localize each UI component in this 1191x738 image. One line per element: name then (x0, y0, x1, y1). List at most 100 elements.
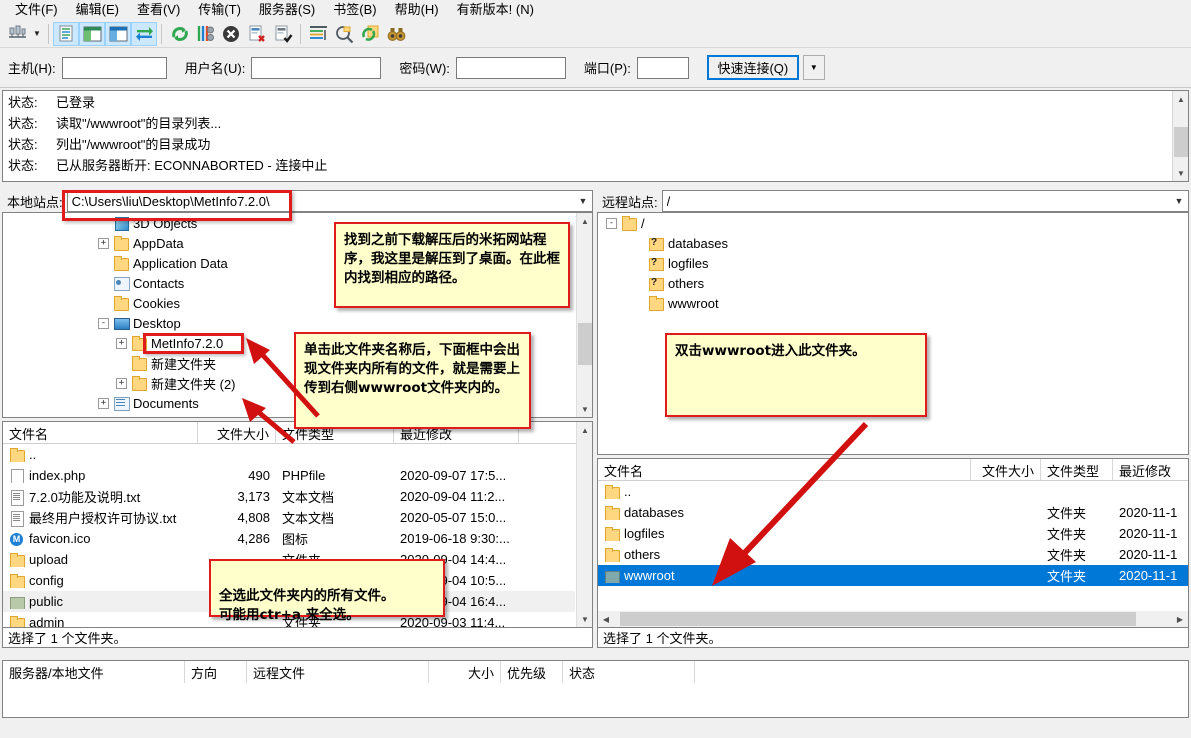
transfer-queue[interactable]: 服务器/本地文件 方向 远程文件 大小 优先级 状态 (2, 660, 1189, 718)
quickconnect-button[interactable]: 快速连接(Q) (706, 55, 799, 80)
table-row[interactable]: logfiles 文件夹 2020-11-1 (598, 523, 1188, 544)
menu-edit[interactable]: 编辑(E) (67, 1, 128, 20)
tree-expander[interactable] (633, 278, 644, 289)
tree-node[interactable]: others (598, 273, 1171, 293)
scroll-up-icon[interactable]: ▲ (577, 213, 592, 229)
toggle-message-log-icon[interactable] (53, 21, 79, 46)
column-header-filetype[interactable]: 文件类型 (1041, 459, 1113, 481)
column-header-server-local-file[interactable]: 服务器/本地文件 (3, 661, 185, 683)
table-row-selected[interactable]: wwwroot 文件夹 2020-11-1 (598, 565, 1188, 586)
column-header-filesize[interactable]: 文件大小 (971, 459, 1041, 481)
disconnect-icon[interactable] (244, 22, 270, 46)
log-row-text: 读取"/wwwroot"的目录列表... (56, 116, 222, 131)
quickconnect-history-caret-icon[interactable]: ▼ (802, 55, 825, 80)
folder-icon (131, 376, 147, 391)
menu-bookmarks[interactable]: 书签(B) (324, 1, 385, 20)
column-header-remote-file[interactable]: 远程文件 (247, 661, 429, 683)
tree-expander[interactable]: + (116, 337, 127, 349)
file-modified: 2020-11-1 (1119, 526, 1178, 541)
table-row[interactable]: favicon.ico 4,286 图标 2019-06-18 9:30:... (3, 528, 575, 549)
cancel-icon[interactable] (218, 22, 244, 46)
menu-help[interactable]: 帮助(H) (386, 1, 448, 20)
tree-expander[interactable]: + (98, 237, 109, 249)
table-row[interactable]: databases 文件夹 2020-11-1 (598, 502, 1188, 523)
file-modified: 2020-09-07 17:5... (400, 468, 507, 483)
remote-file-list[interactable]: 文件名 文件大小 文件类型 最近修改 .. databases 文件夹 2020… (597, 458, 1189, 628)
column-header-size[interactable]: 大小 (429, 661, 501, 683)
menu-view[interactable]: 查看(V) (128, 1, 189, 20)
scroll-left-icon[interactable]: ◀ (598, 611, 614, 627)
site-manager-dropdown-caret-icon[interactable]: ▼ (30, 22, 44, 46)
tree-expander[interactable] (116, 358, 127, 369)
tree-expander[interactable] (98, 258, 109, 269)
tree-expander[interactable]: + (98, 397, 109, 409)
toggle-local-tree-icon[interactable] (79, 21, 105, 46)
scroll-up-icon[interactable]: ▲ (1173, 91, 1188, 107)
toggle-transfer-queue-icon[interactable] (131, 21, 157, 46)
menu-server[interactable]: 服务器(S) (250, 1, 324, 20)
file-modified: 2020-05-07 15:0... (400, 510, 507, 525)
tree-node[interactable]: logfiles (598, 253, 1171, 273)
username-input[interactable] (251, 56, 382, 79)
column-header-filename[interactable]: 文件名 (598, 459, 971, 481)
remote-path-combo[interactable]: ▼ (661, 190, 1189, 212)
column-header-direction[interactable]: 方向 (185, 661, 247, 683)
remote-path-input[interactable] (662, 191, 1170, 211)
tree-expander[interactable] (633, 258, 644, 269)
toggle-remote-tree-icon[interactable] (105, 21, 131, 46)
filter-icon[interactable] (305, 22, 331, 46)
tree-expander[interactable] (633, 298, 644, 309)
column-header-filesize[interactable]: 文件大小 (198, 422, 276, 444)
site-manager-icon[interactable] (4, 22, 30, 46)
log-scrollbar[interactable]: ▲ ▼ (1172, 91, 1188, 181)
remote-list-hscrollbar[interactable]: ◀ ▶ (598, 611, 1188, 627)
tree-expander[interactable] (98, 278, 109, 289)
password-input[interactable] (455, 56, 566, 79)
table-row[interactable]: index.php 490 PHPfile 2020-09-07 17:5... (3, 465, 575, 486)
reconnect-icon[interactable] (270, 22, 296, 46)
column-header-filename[interactable]: 文件名 (3, 422, 198, 444)
tree-node[interactable]: - / (598, 213, 1171, 233)
compare-directories-icon[interactable] (331, 22, 357, 46)
table-row[interactable]: .. (3, 444, 575, 465)
scroll-down-icon[interactable]: ▼ (577, 401, 592, 417)
column-header-status[interactable]: 状态 (563, 661, 695, 683)
table-row[interactable]: 7.2.0功能及说明.txt 3,173 文本文档 2020-09-04 11:… (3, 486, 575, 507)
menu-new-version[interactable]: 有新版本! (N) (448, 1, 543, 20)
table-row[interactable]: 最终用户授权许可协议.txt 4,808 文本文档 2020-05-07 15:… (3, 507, 575, 528)
refresh-icon[interactable] (166, 22, 192, 46)
local-list-scrollbar[interactable]: ▲ ▼ (576, 422, 592, 627)
hscroll-track[interactable] (614, 611, 1172, 627)
tree-node[interactable]: - Desktop (3, 313, 575, 333)
synchronized-browsing-icon[interactable] (357, 22, 383, 46)
log-row-key: 状态: (8, 116, 38, 131)
tree-node[interactable]: databases (598, 233, 1171, 253)
scroll-down-icon[interactable]: ▼ (577, 611, 592, 627)
scroll-right-icon[interactable]: ▶ (1172, 611, 1188, 627)
tree-expander[interactable] (633, 238, 644, 249)
scrollbar-thumb[interactable] (1174, 127, 1188, 157)
table-row[interactable]: .. (598, 481, 1188, 502)
menu-file[interactable]: 文件(F) (6, 1, 67, 20)
scrollbar-thumb[interactable] (620, 612, 1136, 626)
port-input[interactable] (636, 56, 689, 79)
tree-expander[interactable] (98, 298, 109, 309)
tree-node-wwwroot[interactable]: wwwroot (598, 293, 1171, 313)
column-header-modified[interactable]: 最近修改 (1113, 459, 1188, 481)
menu-transfer[interactable]: 传输(T) (189, 1, 250, 20)
scroll-down-icon[interactable]: ▼ (1173, 165, 1188, 181)
scroll-up-icon[interactable]: ▲ (577, 422, 592, 438)
highlight-metinfo-node (143, 333, 244, 354)
tree-expander[interactable]: + (116, 377, 127, 389)
tree-expander[interactable]: - (98, 317, 109, 329)
chevron-down-icon[interactable]: ▼ (574, 191, 592, 211)
local-tree-scrollbar[interactable]: ▲ ▼ (576, 213, 592, 417)
find-files-icon[interactable] (383, 22, 409, 46)
host-input[interactable] (61, 56, 167, 79)
chevron-down-icon[interactable]: ▼ (1170, 191, 1188, 211)
scrollbar-thumb[interactable] (578, 323, 592, 365)
column-header-priority[interactable]: 优先级 (501, 661, 563, 683)
tree-expander[interactable]: - (606, 217, 617, 229)
table-row[interactable]: others 文件夹 2020-11-1 (598, 544, 1188, 565)
process-queue-icon[interactable] (192, 22, 218, 46)
